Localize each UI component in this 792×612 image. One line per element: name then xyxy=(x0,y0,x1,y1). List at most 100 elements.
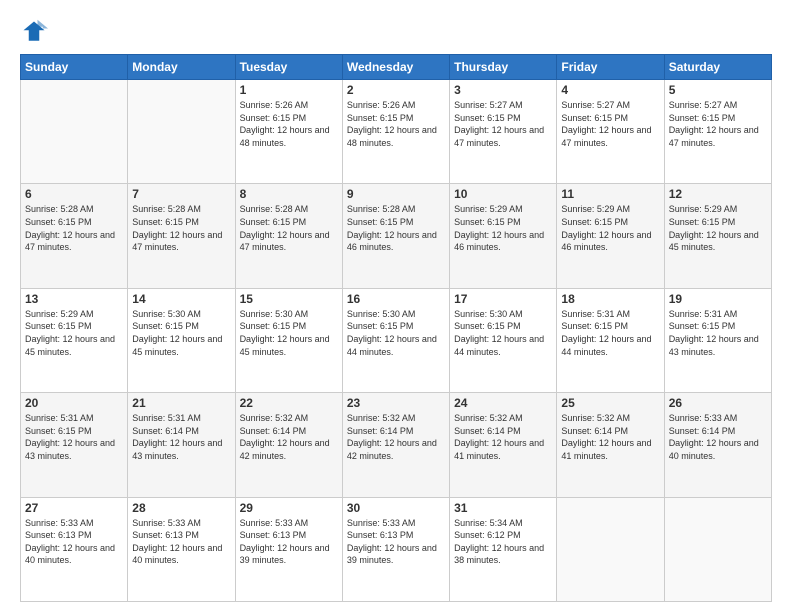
calendar-cell: 12 Sunrise: 5:29 AM Sunset: 6:15 PM Dayli… xyxy=(664,184,771,288)
weekday-header-tuesday: Tuesday xyxy=(235,55,342,80)
calendar-cell: 29 Sunrise: 5:33 AM Sunset: 6:13 PM Dayli… xyxy=(235,497,342,601)
day-number: 27 xyxy=(25,501,123,515)
logo xyxy=(20,18,52,46)
day-info: Sunrise: 5:33 AM Sunset: 6:13 PM Dayligh… xyxy=(347,517,445,567)
day-info: Sunrise: 5:27 AM Sunset: 6:15 PM Dayligh… xyxy=(454,99,552,149)
day-info: Sunrise: 5:27 AM Sunset: 6:15 PM Dayligh… xyxy=(561,99,659,149)
calendar-cell: 10 Sunrise: 5:29 AM Sunset: 6:15 PM Dayli… xyxy=(450,184,557,288)
calendar-week-row: 27 Sunrise: 5:33 AM Sunset: 6:13 PM Dayli… xyxy=(21,497,772,601)
calendar-cell xyxy=(664,497,771,601)
day-number: 2 xyxy=(347,83,445,97)
calendar-cell: 22 Sunrise: 5:32 AM Sunset: 6:14 PM Dayli… xyxy=(235,393,342,497)
day-number: 20 xyxy=(25,396,123,410)
day-number: 21 xyxy=(132,396,230,410)
calendar-cell: 3 Sunrise: 5:27 AM Sunset: 6:15 PM Daylig… xyxy=(450,80,557,184)
weekday-header-wednesday: Wednesday xyxy=(342,55,449,80)
day-number: 28 xyxy=(132,501,230,515)
day-info: Sunrise: 5:31 AM Sunset: 6:15 PM Dayligh… xyxy=(561,308,659,358)
day-number: 26 xyxy=(669,396,767,410)
day-info: Sunrise: 5:31 AM Sunset: 6:14 PM Dayligh… xyxy=(132,412,230,462)
calendar-cell: 1 Sunrise: 5:26 AM Sunset: 6:15 PM Daylig… xyxy=(235,80,342,184)
day-info: Sunrise: 5:26 AM Sunset: 6:15 PM Dayligh… xyxy=(347,99,445,149)
day-info: Sunrise: 5:34 AM Sunset: 6:12 PM Dayligh… xyxy=(454,517,552,567)
calendar-cell: 17Sunrise: 5:30 AM Sunset: 6:15 PM Dayli… xyxy=(450,288,557,392)
calendar-cell: 13 Sunrise: 5:29 AM Sunset: 6:15 PM Dayli… xyxy=(21,288,128,392)
day-number: 22 xyxy=(240,396,338,410)
page: SundayMondayTuesdayWednesdayThursdayFrid… xyxy=(0,0,792,612)
day-number: 13 xyxy=(25,292,123,306)
day-number: 16 xyxy=(347,292,445,306)
day-info: Sunrise: 5:33 AM Sunset: 6:14 PM Dayligh… xyxy=(669,412,767,462)
day-number: 15 xyxy=(240,292,338,306)
weekday-header-thursday: Thursday xyxy=(450,55,557,80)
day-number: 11 xyxy=(561,187,659,201)
weekday-header-friday: Friday xyxy=(557,55,664,80)
weekday-header-saturday: Saturday xyxy=(664,55,771,80)
calendar-cell: 9Sunrise: 5:28 AM Sunset: 6:15 PM Daylig… xyxy=(342,184,449,288)
day-info: Sunrise: 5:28 AM Sunset: 6:15 PM Dayligh… xyxy=(240,203,338,253)
weekday-header-sunday: Sunday xyxy=(21,55,128,80)
calendar-cell: 27Sunrise: 5:33 AM Sunset: 6:13 PM Dayli… xyxy=(21,497,128,601)
day-number: 7 xyxy=(132,187,230,201)
calendar-cell: 24Sunrise: 5:32 AM Sunset: 6:14 PM Dayli… xyxy=(450,393,557,497)
calendar-cell: 11Sunrise: 5:29 AM Sunset: 6:15 PM Dayli… xyxy=(557,184,664,288)
calendar-cell: 31 Sunrise: 5:34 AM Sunset: 6:12 PM Dayli… xyxy=(450,497,557,601)
day-info: Sunrise: 5:29 AM Sunset: 6:15 PM Dayligh… xyxy=(454,203,552,253)
calendar-cell: 18Sunrise: 5:31 AM Sunset: 6:15 PM Dayli… xyxy=(557,288,664,392)
calendar-cell: 4 Sunrise: 5:27 AM Sunset: 6:15 PM Daylig… xyxy=(557,80,664,184)
calendar-cell xyxy=(128,80,235,184)
day-info: Sunrise: 5:33 AM Sunset: 6:13 PM Dayligh… xyxy=(240,517,338,567)
day-number: 4 xyxy=(561,83,659,97)
day-number: 5 xyxy=(669,83,767,97)
day-info: Sunrise: 5:29 AM Sunset: 6:15 PM Dayligh… xyxy=(25,308,123,358)
day-number: 6 xyxy=(25,187,123,201)
calendar-cell: 7Sunrise: 5:28 AM Sunset: 6:15 PM Daylig… xyxy=(128,184,235,288)
calendar-week-row: 1 Sunrise: 5:26 AM Sunset: 6:15 PM Daylig… xyxy=(21,80,772,184)
day-number: 1 xyxy=(240,83,338,97)
calendar-cell: 21 Sunrise: 5:31 AM Sunset: 6:14 PM Dayli… xyxy=(128,393,235,497)
day-info: Sunrise: 5:33 AM Sunset: 6:13 PM Dayligh… xyxy=(132,517,230,567)
calendar-cell: 30Sunrise: 5:33 AM Sunset: 6:13 PM Dayli… xyxy=(342,497,449,601)
day-info: Sunrise: 5:27 AM Sunset: 6:15 PM Dayligh… xyxy=(669,99,767,149)
calendar-cell: 23 Sunrise: 5:32 AM Sunset: 6:14 PM Dayli… xyxy=(342,393,449,497)
day-info: Sunrise: 5:28 AM Sunset: 6:15 PM Dayligh… xyxy=(347,203,445,253)
day-number: 31 xyxy=(454,501,552,515)
calendar-cell: 25 Sunrise: 5:32 AM Sunset: 6:14 PM Dayli… xyxy=(557,393,664,497)
weekday-header-row: SundayMondayTuesdayWednesdayThursdayFrid… xyxy=(21,55,772,80)
calendar-cell: 26 Sunrise: 5:33 AM Sunset: 6:14 PM Dayli… xyxy=(664,393,771,497)
calendar-cell: 20Sunrise: 5:31 AM Sunset: 6:15 PM Dayli… xyxy=(21,393,128,497)
calendar-cell: 19Sunrise: 5:31 AM Sunset: 6:15 PM Dayli… xyxy=(664,288,771,392)
calendar-cell xyxy=(21,80,128,184)
calendar-cell: 8 Sunrise: 5:28 AM Sunset: 6:15 PM Daylig… xyxy=(235,184,342,288)
day-number: 23 xyxy=(347,396,445,410)
day-number: 8 xyxy=(240,187,338,201)
day-info: Sunrise: 5:30 AM Sunset: 6:15 PM Dayligh… xyxy=(454,308,552,358)
day-info: Sunrise: 5:26 AM Sunset: 6:15 PM Dayligh… xyxy=(240,99,338,149)
day-number: 29 xyxy=(240,501,338,515)
header xyxy=(20,18,772,46)
day-number: 10 xyxy=(454,187,552,201)
day-info: Sunrise: 5:32 AM Sunset: 6:14 PM Dayligh… xyxy=(347,412,445,462)
day-info: Sunrise: 5:31 AM Sunset: 6:15 PM Dayligh… xyxy=(669,308,767,358)
day-number: 3 xyxy=(454,83,552,97)
day-number: 14 xyxy=(132,292,230,306)
day-info: Sunrise: 5:29 AM Sunset: 6:15 PM Dayligh… xyxy=(669,203,767,253)
calendar-week-row: 13 Sunrise: 5:29 AM Sunset: 6:15 PM Dayli… xyxy=(21,288,772,392)
logo-icon xyxy=(20,18,48,46)
day-info: Sunrise: 5:30 AM Sunset: 6:15 PM Dayligh… xyxy=(347,308,445,358)
day-number: 25 xyxy=(561,396,659,410)
day-info: Sunrise: 5:32 AM Sunset: 6:14 PM Dayligh… xyxy=(454,412,552,462)
calendar-week-row: 6 Sunrise: 5:28 AM Sunset: 6:15 PM Daylig… xyxy=(21,184,772,288)
weekday-header-monday: Monday xyxy=(128,55,235,80)
calendar-cell: 6 Sunrise: 5:28 AM Sunset: 6:15 PM Daylig… xyxy=(21,184,128,288)
calendar-cell: 28 Sunrise: 5:33 AM Sunset: 6:13 PM Dayli… xyxy=(128,497,235,601)
day-number: 12 xyxy=(669,187,767,201)
day-info: Sunrise: 5:28 AM Sunset: 6:15 PM Dayligh… xyxy=(25,203,123,253)
calendar-cell: 16 Sunrise: 5:30 AM Sunset: 6:15 PM Dayli… xyxy=(342,288,449,392)
day-info: Sunrise: 5:30 AM Sunset: 6:15 PM Dayligh… xyxy=(132,308,230,358)
calendar-cell: 5 Sunrise: 5:27 AM Sunset: 6:15 PM Daylig… xyxy=(664,80,771,184)
day-info: Sunrise: 5:32 AM Sunset: 6:14 PM Dayligh… xyxy=(240,412,338,462)
day-info: Sunrise: 5:32 AM Sunset: 6:14 PM Dayligh… xyxy=(561,412,659,462)
calendar-week-row: 20Sunrise: 5:31 AM Sunset: 6:15 PM Dayli… xyxy=(21,393,772,497)
calendar-cell: 2 Sunrise: 5:26 AM Sunset: 6:15 PM Daylig… xyxy=(342,80,449,184)
